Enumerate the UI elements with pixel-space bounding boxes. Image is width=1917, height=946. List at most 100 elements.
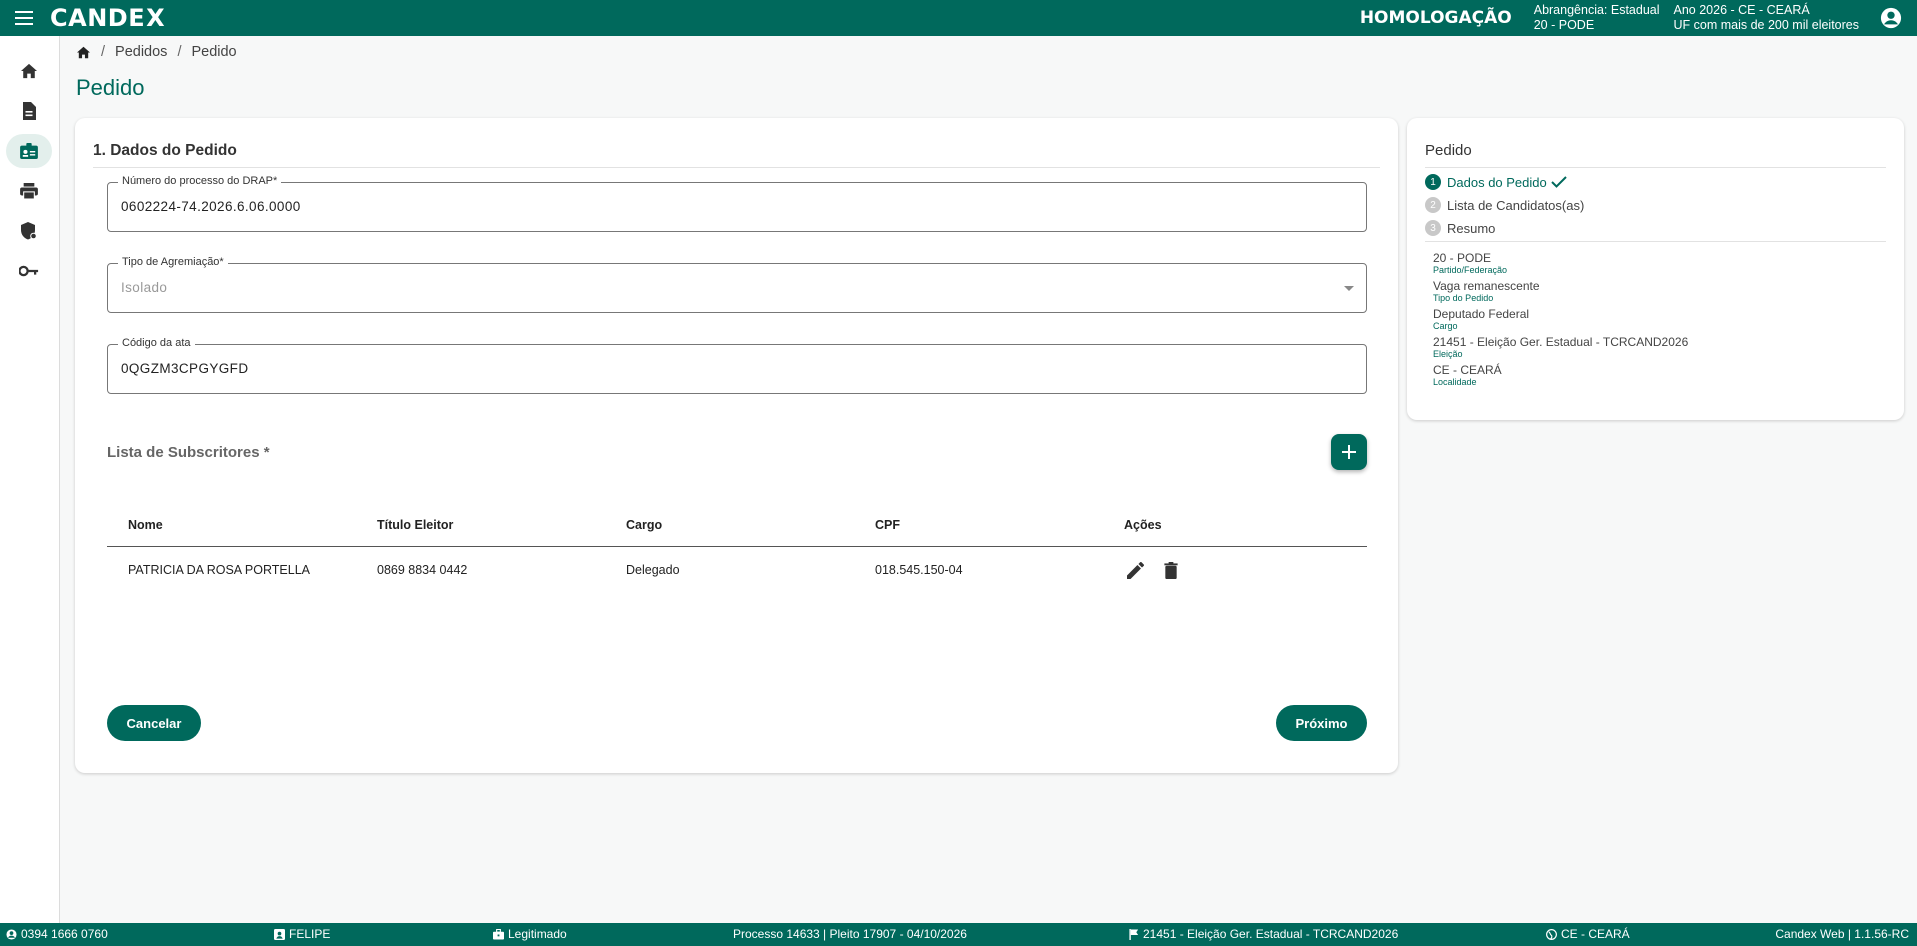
step-label: Resumo [1447,220,1496,236]
menu-button[interactable] [0,0,50,36]
breadcrumb-separator: / [177,44,182,60]
printer-icon [20,183,38,199]
table-header: Nome Título Eleitor Cargo CPF Ações [107,503,1367,547]
year-info: Ano 2026 - CE - CEARÁ UF com mais de 200… [1674,3,1859,33]
step-resumo[interactable]: 3 Resumo [1425,220,1495,236]
col-header-cargo: Cargo [626,517,663,532]
status-bar: 0394 1666 0760 FELIPE Legitimado Process… [0,923,1917,946]
summary-value: CE - CEARÁ [1433,363,1502,377]
step-dados-do-pedido[interactable]: 1 Dados do Pedido [1425,174,1567,190]
col-header-nome: Nome [128,517,163,532]
sidebar-item-home[interactable] [6,54,52,88]
breadcrumb-item-pedido: Pedido [191,44,237,60]
footer-user-text: FELIPE [289,927,331,941]
step-number: 1 [1425,174,1441,190]
sidebar [0,36,60,923]
cell-actions [1103,559,1352,581]
delete-button[interactable] [1160,559,1182,581]
summary-item: Vaga remanescente Tipo do Pedido [1433,279,1688,303]
ata-code-value: 0QGZM3CPGYGFD [121,361,249,376]
breadcrumb-separator: / [101,44,106,60]
drap-process-value: 0602224-74.2026.6.06.0000 [121,199,301,214]
footer-status: Legitimado [493,927,567,941]
pencil-icon [1126,561,1144,579]
footer-phone-text: 0394 1666 0760 [21,927,108,941]
drap-process-field[interactable]: Número do processo do DRAP* 0602224-74.2… [107,175,1367,232]
footer-election-text: 21451 - Eleição Ger. Estadual - TCRCAND2… [1143,927,1399,941]
logo-x: X [146,4,166,32]
ata-code-label: Código da ata [118,337,195,349]
shield-icon [21,222,37,240]
user-menu-button[interactable] [1873,0,1909,36]
order-form-card: 1. Dados do Pedido Número do processo do… [75,118,1398,773]
cell-cargo: Delegado [626,563,680,577]
subscribers-title: Lista de Subscritores * [107,444,270,461]
top-bar: CANDE X HOMOLOGAÇÃO Abrangência: Estadual… [0,0,1917,36]
footer-locality-text: CE - CEARÁ [1561,927,1630,941]
plus-icon [1342,445,1356,459]
summary-label: Eleição [1433,349,1463,359]
sidebar-item-candidates[interactable] [6,134,52,168]
summary-value: Vaga remanescente [1433,279,1540,293]
year-line1: Ano 2026 - CE - CEARÁ [1673,3,1810,17]
section-divider [93,167,1380,168]
summary-list: 20 - PODE Partido/Federação Vaga remanes… [1433,251,1688,391]
summary-item: CE - CEARÁ Localidade [1433,363,1688,387]
footer-process: Processo 14633 | Pleito 17907 - 04/10/20… [733,927,967,941]
summary-label: Tipo do Pedido [1433,293,1494,303]
footer-election: 21451 - Eleição Ger. Estadual - TCRCAND2… [1129,927,1398,941]
order-summary-card: Pedido 1 Dados do Pedido 2 Lista de Cand… [1407,118,1904,420]
home-icon [21,63,37,79]
page-title: Pedido [76,75,145,100]
cancel-button[interactable]: Cancelar [107,705,201,741]
next-button[interactable]: Próximo [1276,705,1367,741]
cell-nome: PATRICIA DA ROSA PORTELLA [128,563,311,577]
summary-item: 20 - PODE Partido/Federação [1433,251,1688,275]
key-icon [19,265,39,277]
sidebar-item-security[interactable] [6,214,52,248]
summary-divider [1425,167,1886,168]
footer-phone: 0394 1666 0760 [6,927,108,941]
col-header-acoes: Ações [1124,517,1162,532]
summary-value: 20 - PODE [1433,251,1492,265]
summary-label: Partido/Federação [1433,265,1508,275]
summary-title: Pedido [1425,142,1472,159]
step-label: Lista de Candidatos(as) [1447,197,1585,213]
agremiacao-select[interactable]: Tipo de Agremiação* Isolado [107,256,1367,313]
check-icon [1551,176,1567,188]
logo-text: CANDE [50,4,146,32]
subscribers-table: Nome Título Eleitor Cargo CPF Ações PATR… [107,503,1367,593]
add-subscriber-button[interactable] [1331,434,1367,470]
cell-titulo: 0869 8834 0442 [377,563,468,577]
cell-cpf: 018.545.150-04 [875,563,963,577]
breadcrumb-item-pedidos[interactable]: Pedidos [115,44,167,60]
home-icon[interactable] [76,46,91,59]
summary-item: 21451 - Eleição Ger. Estadual - TCRCAND2… [1433,335,1688,359]
account-circle-icon [1880,7,1902,29]
menu-icon [15,11,33,25]
app-logo[interactable]: CANDE X [50,4,165,32]
step-number: 2 [1425,197,1441,213]
sidebar-item-documents[interactable] [6,94,52,128]
briefcase-icon [493,928,504,940]
badge-icon [274,928,285,940]
summary-value: 21451 - Eleição Ger. Estadual - TCRCAND2… [1433,335,1689,349]
summary-value: Deputado Federal [1433,307,1530,321]
scope-line2: 20 - PODE [1533,18,1595,32]
table-row: PATRICIA DA ROSA PORTELLA 0869 8834 0442… [107,547,1367,593]
footer-version-text: Candex Web | 1.1.56-RC [1775,927,1909,941]
drap-process-label: Número do processo do DRAP* [118,175,282,187]
sidebar-item-print[interactable] [6,174,52,208]
step-lista-candidatos[interactable]: 2 Lista de Candidatos(as) [1425,197,1584,213]
sidebar-item-keys[interactable] [6,254,52,288]
col-header-cpf: CPF [875,517,900,532]
scope-info: Abrangência: Estadual 20 - PODE [1534,3,1660,33]
edit-button[interactable] [1124,559,1146,581]
account-circle-icon [6,928,17,940]
trash-icon [1164,561,1178,579]
ata-code-field[interactable]: Código da ata 0QGZM3CPGYGFD [107,337,1367,394]
footer-user: FELIPE [274,927,330,941]
document-icon [23,102,36,120]
footer-version: Candex Web | 1.1.56-RC [1775,927,1909,941]
scope-line1: Abrangência: Estadual [1533,3,1660,17]
